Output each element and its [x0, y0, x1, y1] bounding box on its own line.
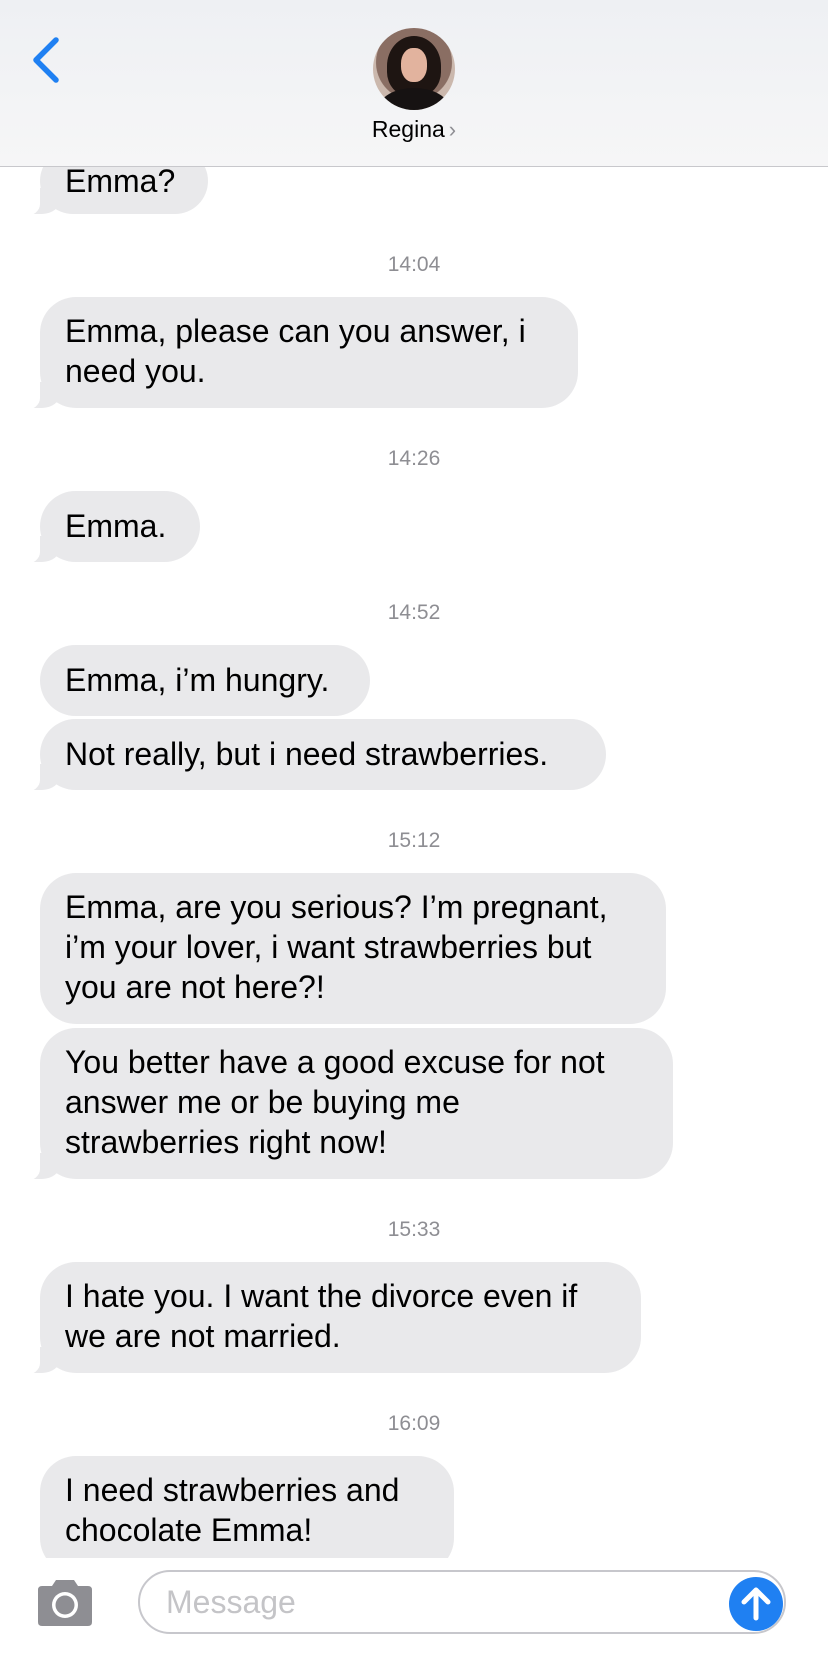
back-button[interactable] [26, 32, 70, 88]
message-bubble: Not really, but i need strawberries. [14, 719, 606, 792]
chevron-left-icon [33, 37, 59, 83]
message-text-line: Emma, please can you answer, i [65, 313, 526, 349]
message-bubble: Emma, i’m hungry. [40, 645, 370, 716]
timestamp: 14:04 [387, 253, 441, 276]
timestamp: 14:26 [387, 447, 441, 470]
chevron-right-icon: › [448, 117, 457, 142]
message-text-line: I need strawberries and [65, 1472, 400, 1508]
message-text-line: answer me or be buying me [65, 1084, 460, 1120]
conversation-header: Regina › [0, 0, 828, 167]
message-text: Emma? [65, 163, 176, 199]
message-input[interactable]: Message [138, 1570, 786, 1634]
message-text: Emma, i’m hungry. [65, 662, 330, 698]
message-text-line: you are not here?! [65, 969, 325, 1005]
send-button[interactable] [729, 1577, 783, 1631]
message-bubble: I hate you. I want the divorce even if w… [14, 1262, 641, 1375]
message-text-line: You better have a good excuse for not [65, 1044, 605, 1080]
camera-icon [38, 1580, 92, 1626]
timestamp: 15:33 [387, 1218, 441, 1241]
contact-name-button[interactable]: Regina › [0, 116, 828, 143]
message-text-line: I hate you. I want the divorce even if [65, 1278, 578, 1314]
message-text-line: we are not married. [65, 1318, 341, 1354]
message-bubble: Emma, are you serious? I’m pregnant, i’m… [40, 873, 666, 1024]
message-text: Emma. [65, 508, 167, 544]
message-placeholder: Message [166, 1584, 296, 1620]
message-bubble: Emma, please can you answer, i need you. [14, 297, 578, 410]
message-thread[interactable]: Emma? 14:04 Emma, please can you answer,… [0, 0, 828, 1558]
camera-button[interactable] [34, 1578, 96, 1628]
arrow-up-icon [741, 1587, 771, 1621]
message-text-line: need you. [65, 353, 206, 389]
message-bubble: I need strawberries and chocolate Emma! [40, 1456, 454, 1558]
message-composer: Message [0, 1558, 828, 1675]
avatar[interactable] [373, 28, 455, 110]
timestamp: 14:52 [387, 601, 441, 624]
message-text-line: chocolate Emma! [65, 1512, 313, 1548]
message-bubble: You better have a good excuse for not an… [14, 1028, 673, 1181]
message-text-line: i’m your lover, i want strawberries but [65, 929, 592, 965]
timestamp: 15:12 [387, 829, 441, 852]
message-bubble: Emma. [14, 491, 200, 564]
timestamp: 16:09 [387, 1412, 441, 1435]
contact-name: Regina [371, 116, 445, 142]
message-text-line: Emma, are you serious? I’m pregnant, [65, 889, 608, 925]
message-text: Not really, but i need strawberries. [65, 736, 549, 772]
message-text-line: strawberries right now! [65, 1124, 387, 1160]
